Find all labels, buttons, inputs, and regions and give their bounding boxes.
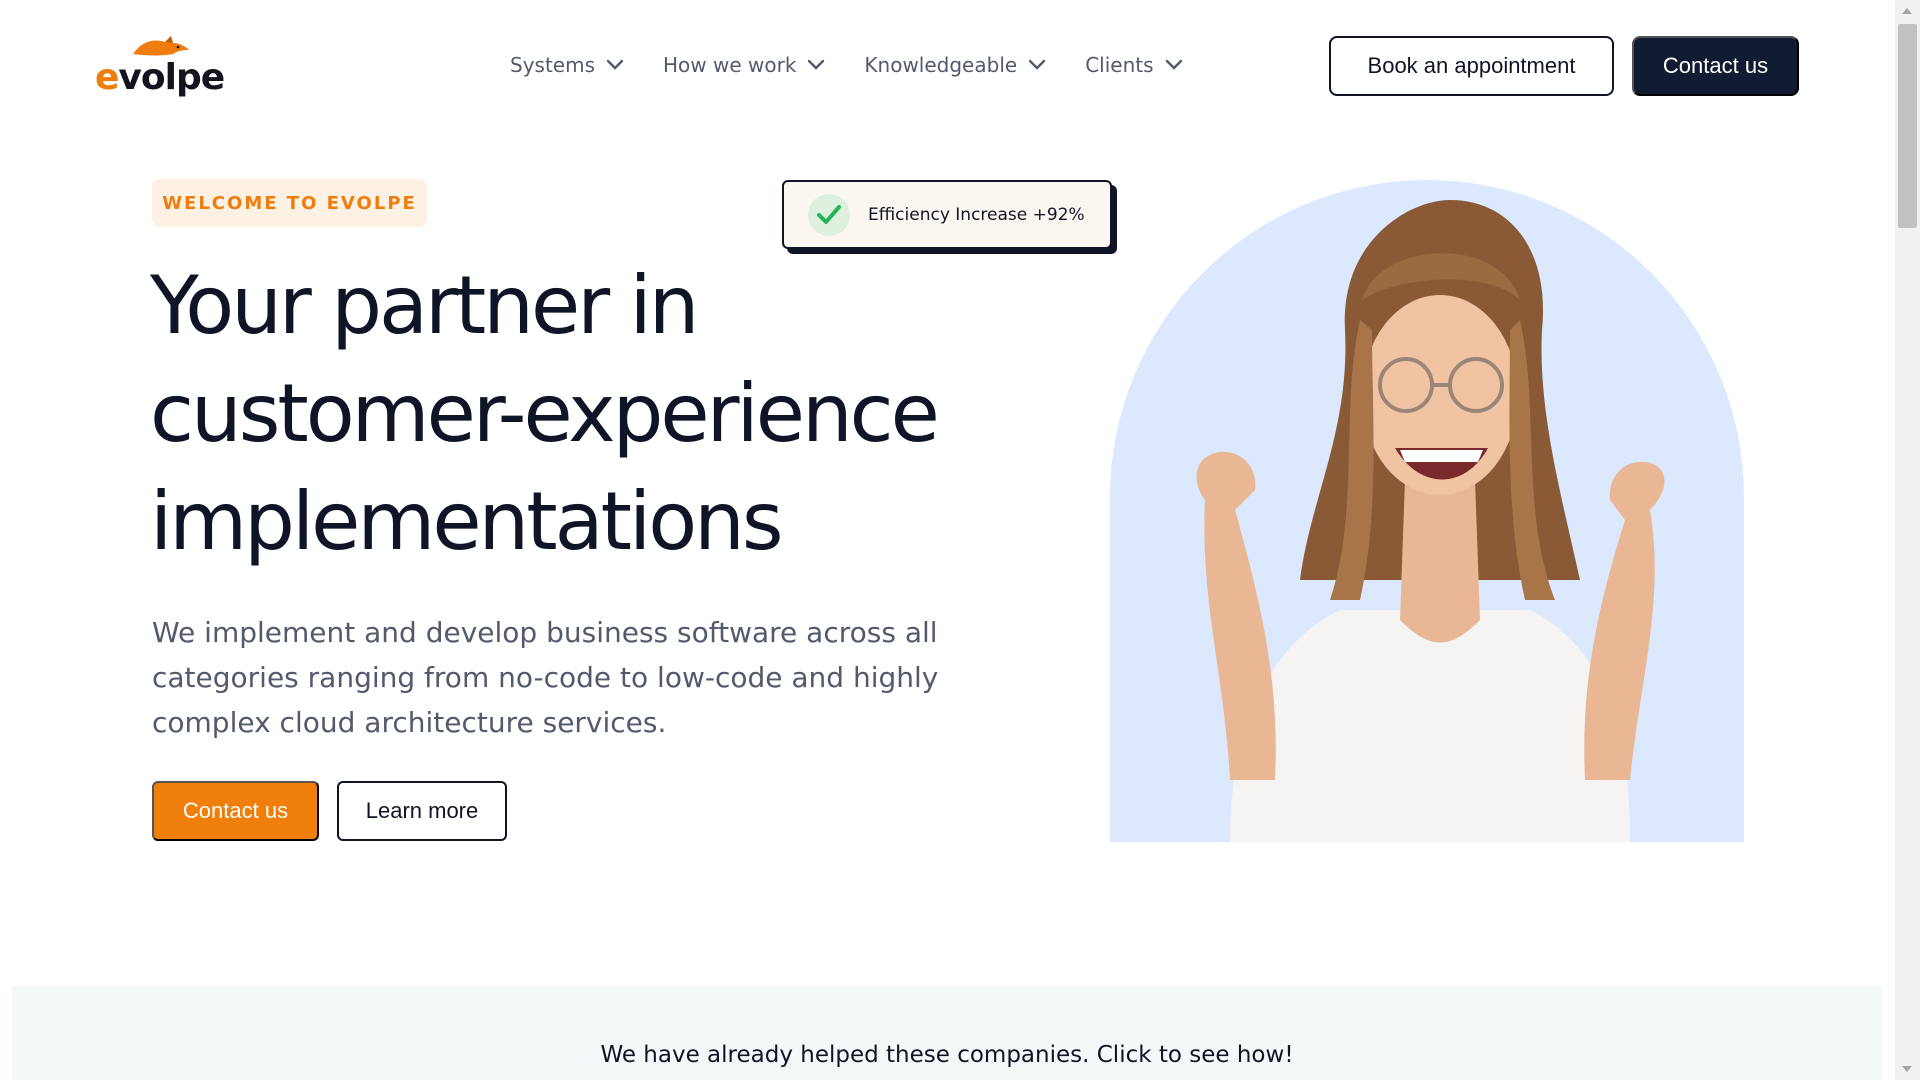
nav-item-label: How we work [663, 53, 797, 77]
header-contact-button[interactable]: Contact us [1632, 36, 1799, 96]
logo-wordmark: evolpe [95, 57, 225, 98]
chevron-down-icon [1028, 59, 1046, 70]
hero-title-line: implementations [150, 475, 784, 568]
nav-item-systems[interactable]: Systems [510, 48, 625, 82]
hero-description-line: complex cloud architecture services. [152, 706, 667, 739]
scroll-thumb[interactable] [1898, 24, 1917, 228]
efficiency-stat-card: Efficiency Increase +92% [782, 180, 1112, 249]
page-scrollbar[interactable] [1895, 0, 1920, 1080]
nav-item-label: Clients [1085, 53, 1154, 77]
scroll-down-icon[interactable] [1902, 1066, 1912, 1072]
evolpe-logo[interactable]: evolpe [95, 34, 225, 98]
learn-more-button[interactable]: Learn more [337, 781, 507, 841]
clients-section: We have already helped these companies. … [12, 986, 1882, 1080]
chevron-down-icon [808, 59, 825, 70]
clients-heading[interactable]: We have already helped these companies. … [12, 1042, 1882, 1068]
hero-title-line: customer-experience [150, 367, 940, 460]
hero-title-line: Your partner in [150, 259, 699, 352]
nav-item-label: Knowledgeable [864, 53, 1018, 77]
hero-description-line: categories ranging from no-code to low-c… [152, 661, 939, 694]
celebrating-woman-illustration [1196, 200, 1665, 842]
main-nav: Systems How we work Knowledgeable Client… [510, 48, 1184, 82]
efficiency-stat-text: Efficiency Increase +92% [868, 204, 1085, 225]
nav-item-how-we-work[interactable]: How we work [663, 48, 826, 82]
nav-item-knowledgeable[interactable]: Knowledgeable [864, 48, 1047, 82]
hero-title: Your partner in customer-experience impl… [150, 252, 1030, 576]
hero-contact-button[interactable]: Contact us [152, 781, 319, 841]
welcome-badge: WELCOME TO EVOLPE [152, 179, 427, 227]
nav-item-clients[interactable]: Clients [1085, 48, 1183, 82]
scroll-up-icon[interactable] [1902, 8, 1912, 14]
check-icon [808, 193, 850, 236]
nav-item-label: Systems [510, 53, 595, 77]
chevron-down-icon [606, 59, 624, 70]
hero-image [1110, 180, 1744, 842]
hero-description-line: We implement and develop business softwa… [152, 616, 938, 649]
chevron-down-icon [1165, 59, 1182, 70]
hero-description: We implement and develop business softwa… [152, 610, 1012, 745]
book-appointment-button[interactable]: Book an appointment [1329, 36, 1614, 96]
